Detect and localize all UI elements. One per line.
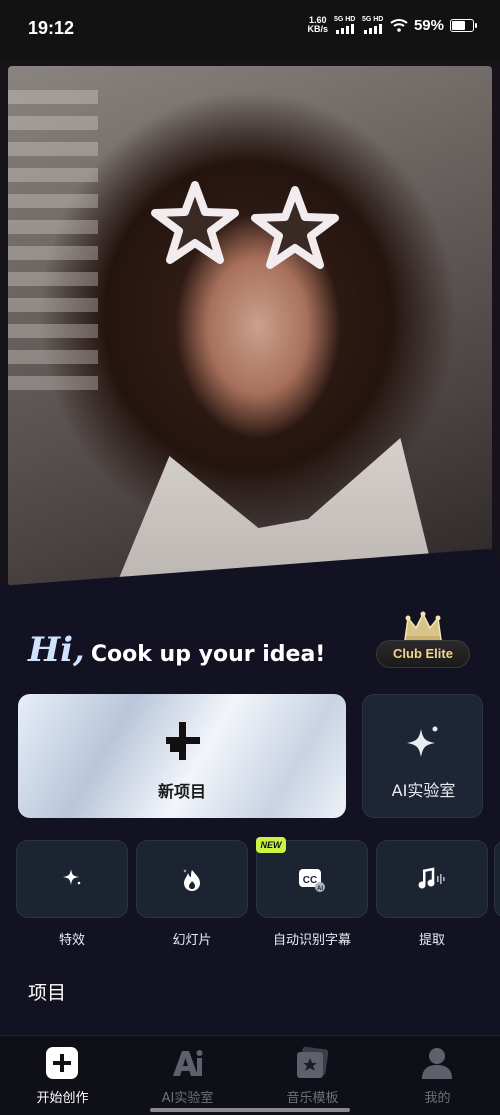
status-bar: 19:12 1.60 KB/s 5G HD 5G HD 59% [0,0,500,60]
club-elite-label: Club Elite [376,640,470,668]
plus-icon [166,722,200,760]
tool-effects[interactable]: 特效 [16,840,128,950]
tool-label: 自动识别字幕 [272,933,351,948]
new-badge: NEW [256,837,286,853]
flame-icon [183,869,200,891]
greeting: Hi, Cook up your idea! [28,630,325,670]
home-indicator[interactable] [150,1108,350,1112]
battery-icon [450,18,477,32]
ai-lab-button[interactable]: AI实验室 [362,694,483,818]
hero-banner[interactable] [0,60,500,600]
new-project-button[interactable]: 新项目 [18,694,346,818]
music-template-icon [297,1046,329,1078]
tool-label: 提取 [418,933,445,948]
user-icon [422,1048,452,1079]
plus-square-icon [46,1047,78,1079]
nav-music-template[interactable]: 音乐模板 [250,1044,375,1112]
tool-slideshow[interactable]: 幻灯片 [136,840,248,950]
cc-icon: CC AI [299,869,325,892]
tool-extract[interactable]: 提取 [376,840,488,950]
music-extract-icon [418,867,445,889]
projects-section-title: 项目 [28,982,67,1004]
ai-icon [173,1050,203,1076]
crown-icon [404,611,442,642]
nav-label: AI实验室 [161,1091,214,1106]
ai-lab-label: AI实验室 [391,781,456,800]
new-project-label: 新项目 [157,782,206,801]
nav-label: 我的 [424,1091,451,1106]
nav-ai-lab[interactable]: AI实验室 [125,1044,250,1112]
svg-text:AI: AI [317,886,323,892]
tool-auto-captions[interactable]: CC AI NEW 自动识别字幕 [256,837,368,950]
battery-percent: 59% [413,16,444,34]
tools-row: 特效 幻灯片 CC AI NEW 自动识别字幕 提取 [16,837,500,950]
sparkle-icon [63,869,81,885]
nav-start-creating[interactable]: 开始创作 [0,1044,125,1112]
network-speed: 1.60 KB/s [307,15,328,34]
star-sunglasses-graphic [151,181,339,269]
status-icons: 1.60 KB/s 5G HD 5G HD 59% [307,15,477,34]
nav-me[interactable]: 我的 [375,1044,500,1112]
greeting-text: Cook up your idea! [90,642,326,667]
signal-icon: 5G HD [334,16,356,34]
nav-label: 开始创作 [36,1091,89,1106]
sparkle-icon [407,726,438,757]
greeting-hi: Hi, [28,630,85,670]
status-time: 19:12 [28,18,75,38]
nav-label: 音乐模板 [286,1091,339,1106]
wifi-icon [390,19,408,32]
tool-label: 特效 [58,933,85,948]
signal-icon: 5G HD [362,16,384,34]
bottom-nav: 开始创作 AI实验室 音乐模板 我的 [0,1035,500,1115]
svg-text:CC: CC [303,875,317,886]
tool-label: 幻灯片 [172,933,212,948]
tool-more-partial[interactable] [494,840,500,918]
club-elite-button[interactable]: Club Elite [376,610,470,670]
